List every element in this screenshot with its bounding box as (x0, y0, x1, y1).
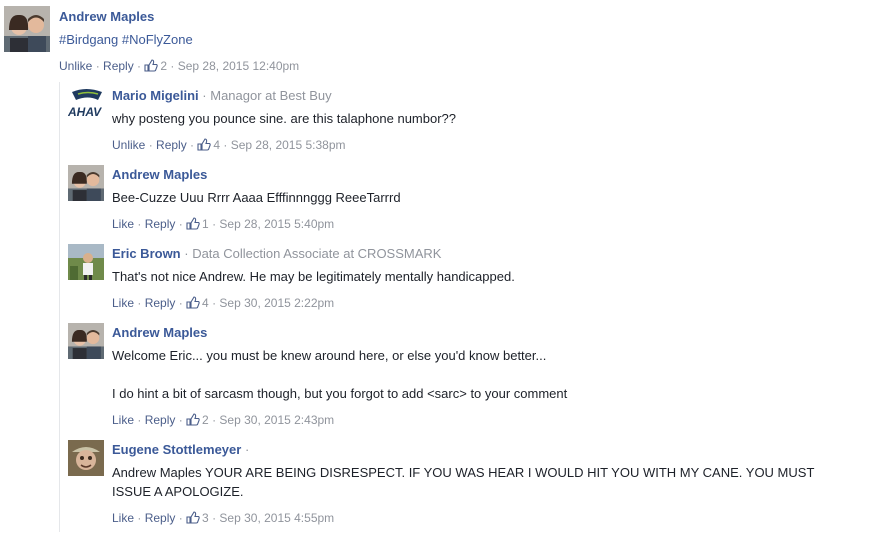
reply-link[interactable]: Reply (145, 511, 176, 525)
reply-link[interactable]: Reply (103, 59, 134, 73)
like-link[interactable]: Like (112, 413, 134, 427)
reply-timestamp[interactable]: Sep 28, 2015 5:38pm (231, 138, 346, 152)
thumbs-up-icon[interactable] (186, 511, 200, 524)
like-count[interactable]: 2 (160, 59, 167, 73)
reply-actions: Like · Reply · 2 · Sep 30, 2015 2:43pm (112, 413, 335, 427)
reply-timestamp[interactable]: Sep 30, 2015 2:22pm (219, 296, 334, 310)
reply-timestamp[interactable]: Sep 30, 2015 2:43pm (219, 413, 334, 427)
unlike-link[interactable]: Unlike (112, 138, 145, 152)
reply-text: ISSUE A APOLOGIZE. (112, 484, 244, 499)
reply-text: why posteng you pounce sine. are this ta… (112, 111, 457, 126)
avatar[interactable] (68, 165, 104, 201)
comment-text: #Birdgang #NoFlyZone (59, 32, 193, 47)
like-count[interactable]: 4 (213, 138, 220, 152)
comment-author[interactable]: Andrew Maples (59, 9, 154, 24)
author-job: Managor at Best Buy (210, 88, 332, 103)
like-link[interactable]: Like (112, 296, 134, 310)
like-count[interactable]: 2 (202, 413, 209, 427)
avatar[interactable] (4, 6, 50, 52)
reply-author[interactable]: Mario Migelini · Managor at Best Buy (112, 88, 332, 103)
unlike-link[interactable]: Unlike (59, 59, 92, 73)
thumbs-up-icon[interactable] (186, 413, 200, 426)
reply-actions: Like · Reply · 3 · Sep 30, 2015 4:55pm (112, 511, 335, 525)
reply-link[interactable]: Reply (145, 413, 176, 427)
reply-text: I do hint a bit of sarcasm though, but y… (112, 386, 568, 401)
reply-actions: Like · Reply · 4 · Sep 30, 2015 2:22pm (112, 296, 335, 310)
team-logo-text: AHAV (68, 105, 102, 119)
comment-actions: Unlike · Reply · 2 · Sep 28, 2015 12:40p… (59, 59, 300, 73)
like-count[interactable]: 4 (202, 296, 209, 310)
reply-author[interactable]: Andrew Maples (112, 167, 207, 182)
avatar[interactable] (68, 440, 104, 476)
comment-timestamp[interactable]: Sep 28, 2015 12:40pm (178, 59, 299, 73)
like-count[interactable]: 3 (202, 511, 209, 525)
avatar[interactable] (68, 244, 104, 280)
avatar[interactable] (68, 323, 104, 359)
reply-link[interactable]: Reply (145, 217, 176, 231)
reply-author[interactable]: Andrew Maples (112, 325, 207, 340)
like-link[interactable]: Like (112, 217, 134, 231)
reply-actions: Unlike · Reply · 4 · Sep 28, 2015 5:38pm (112, 138, 346, 152)
thumbs-up-icon[interactable] (144, 59, 159, 72)
thumbs-up-icon[interactable] (186, 296, 200, 309)
thumbs-up-icon[interactable] (186, 217, 200, 230)
reply-text: That's not nice Andrew. He may be legiti… (112, 269, 515, 284)
reply-timestamp[interactable]: Sep 28, 2015 5:40pm (219, 217, 334, 231)
reply-timestamp[interactable]: Sep 30, 2015 4:55pm (219, 511, 334, 525)
reply-author[interactable]: Eugene Stottlemeyer · (112, 442, 249, 457)
reply-thread-line (59, 82, 60, 532)
like-link[interactable]: Like (112, 511, 134, 525)
reply-author[interactable]: Eric Brown · Data Collection Associate a… (112, 246, 441, 261)
author-job: Data Collection Associate at CROSSMARK (192, 246, 442, 261)
reply-text: Welcome Eric... you must be knew around … (112, 348, 547, 363)
reply-link[interactable]: Reply (156, 138, 187, 152)
reply-text: Andrew Maples YOUR ARE BEING DISRESPECT.… (112, 465, 815, 480)
reply-text: Bee-Cuzze Uuu Rrrr Aaaa Efffinnnggg Reee… (112, 190, 401, 205)
reply-link[interactable]: Reply (145, 296, 176, 310)
thumbs-up-icon[interactable] (197, 138, 212, 151)
like-count[interactable]: 1 (202, 217, 209, 231)
reply-actions: Like · Reply · 1 · Sep 28, 2015 5:40pm (112, 217, 335, 231)
